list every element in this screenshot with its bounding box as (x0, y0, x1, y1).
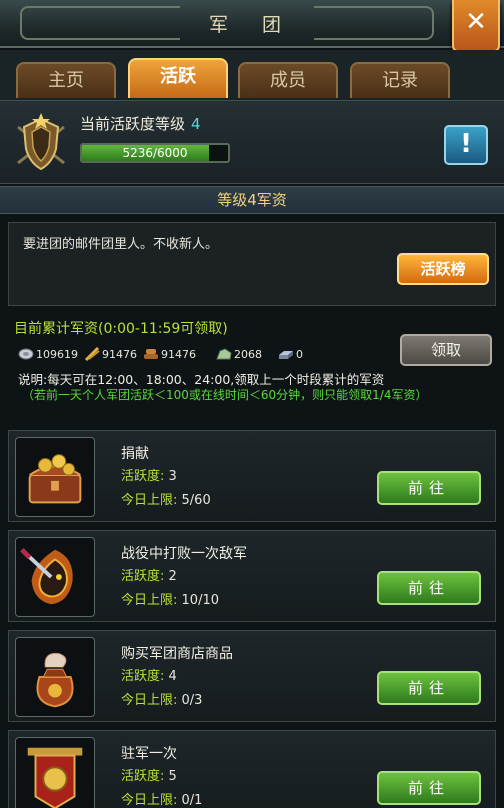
task-activity-label: 活跃度: (121, 669, 165, 684)
task-go-button[interactable]: 前往 (377, 671, 481, 705)
tab-home[interactable]: 主页 (16, 62, 116, 98)
task-icon-frame (15, 437, 95, 517)
resource-stone-value: 2068 (234, 347, 262, 361)
resource-grain: 91476 (84, 347, 137, 361)
task-activity: 活跃度: 4 (121, 665, 177, 684)
notice-box: 要进团的邮件团里人。不收新人。 活跃榜 (8, 222, 496, 306)
task-limit-value: 10/10 (181, 593, 219, 608)
task-limit-value: 5/60 (181, 493, 211, 508)
task-icon-frame (15, 637, 95, 717)
task-card: 购买军团商店商品 活跃度: 4 今日上限: 0/3 前往 (8, 630, 496, 722)
section-header: 等级4军资 (0, 186, 504, 214)
resource-iron: 0 (278, 347, 303, 361)
task-icon-frame (15, 537, 95, 617)
treasure-chest-icon (28, 454, 82, 504)
task-limit: 今日上限: 0/1 (121, 789, 202, 808)
title-bar: 军 团 (0, 0, 504, 48)
resource-wood-value: 91476 (161, 347, 196, 361)
activity-ranking-button[interactable]: 活跃榜 (397, 253, 489, 285)
task-limit-label: 今日上限: (121, 793, 178, 808)
task-name: 驻军一次 (121, 746, 177, 762)
level-progress-text: 5236/6000 (122, 146, 188, 160)
silver-icon (18, 348, 34, 360)
task-name: 捐献 (121, 446, 149, 462)
resource-grain-value: 91476 (102, 347, 137, 361)
resource-wood: 91476 (143, 347, 196, 361)
task-name: 战役中打败一次敌军 (121, 546, 247, 562)
task-limit-label: 今日上限: (121, 593, 178, 608)
accumulated-title: 目前累计军资(0:00-11:59可领取) (14, 321, 228, 337)
close-button[interactable]: ✕ (452, 0, 500, 52)
task-go-button[interactable]: 前往 (377, 571, 481, 605)
info-button[interactable]: ! (444, 125, 488, 165)
resource-stone: 2068 (216, 347, 262, 361)
tab-members[interactable]: 成员 (238, 62, 338, 98)
tab-bar: 主页 活跃 成员 记录 (0, 50, 504, 100)
explain-text: 说明:每天可在12:00、18:00、24:00,领取上一个时段累计的军资 (18, 372, 385, 387)
window-title: 军 团 (208, 14, 296, 36)
task-activity-value: 4 (168, 669, 177, 684)
task-go-button[interactable]: 前往 (377, 771, 481, 805)
iron-icon (279, 351, 293, 359)
task-activity-label: 活跃度: (121, 769, 165, 784)
claim-button[interactable]: 领取 (400, 334, 492, 366)
task-card: 捐献 活跃度: 3 今日上限: 5/60 前往 (8, 430, 496, 522)
task-activity: 活跃度: 5 (121, 765, 177, 784)
task-activity-label: 活跃度: (121, 469, 165, 484)
resource-silver: 109619 (18, 347, 78, 361)
wood-icon (144, 349, 158, 359)
tab-activity[interactable]: 活跃 (128, 58, 228, 98)
exclamation-icon: ! (460, 129, 472, 159)
task-activity: 活跃度: 2 (121, 565, 177, 584)
resource-silver-value: 109619 (36, 347, 78, 361)
level-label-text: 当前活跃度等级 (80, 115, 186, 133)
grain-icon (84, 347, 100, 361)
resource-iron-value: 0 (296, 347, 303, 361)
level-value: 4 (191, 115, 201, 133)
shield-emblem-icon (17, 113, 65, 171)
task-limit-label: 今日上限: (121, 693, 178, 708)
task-limit-value: 0/3 (181, 693, 203, 708)
level-label: 当前活跃度等级 4 (80, 113, 201, 134)
task-card: 驻军一次 活跃度: 5 今日上限: 0/1 前往 (8, 730, 496, 808)
stone-icon (216, 348, 232, 360)
close-icon: ✕ (465, 7, 487, 37)
task-limit-value: 0/1 (181, 793, 203, 808)
task-go-button[interactable]: 前往 (377, 471, 481, 505)
tab-records[interactable]: 记录 (350, 62, 450, 98)
task-activity-label: 活跃度: (121, 569, 165, 584)
task-activity-value: 2 (168, 569, 177, 584)
task-icon-frame (15, 737, 95, 808)
money-bag-icon (36, 652, 74, 708)
task-card: 战役中打败一次敌军 活跃度: 2 今日上限: 10/10 前往 (8, 530, 496, 622)
explain-note: （若前一天个人军团活跃＜100或在线时间＜60分钟，则只能领取1/4军资） (22, 388, 428, 402)
resource-row: 109619 91476 91476 2068 0 (18, 344, 309, 364)
sword-beast-icon (20, 547, 73, 605)
banner-icon (27, 747, 83, 808)
task-activity: 活跃度: 3 (121, 465, 177, 484)
task-name: 购买军团商店商品 (121, 646, 233, 662)
task-limit-label: 今日上限: (121, 493, 178, 508)
task-activity-value: 5 (168, 769, 177, 784)
activity-level-panel: 当前活跃度等级 4 5236/6000 ! (0, 100, 504, 184)
task-activity-value: 3 (168, 469, 177, 484)
notice-text: 要进团的邮件团里人。不收新人。 (23, 237, 219, 252)
task-limit: 今日上限: 5/60 (121, 489, 211, 508)
task-limit: 今日上限: 10/10 (121, 589, 219, 608)
task-limit: 今日上限: 0/3 (121, 689, 202, 708)
level-progress-bar: 5236/6000 (80, 143, 230, 163)
